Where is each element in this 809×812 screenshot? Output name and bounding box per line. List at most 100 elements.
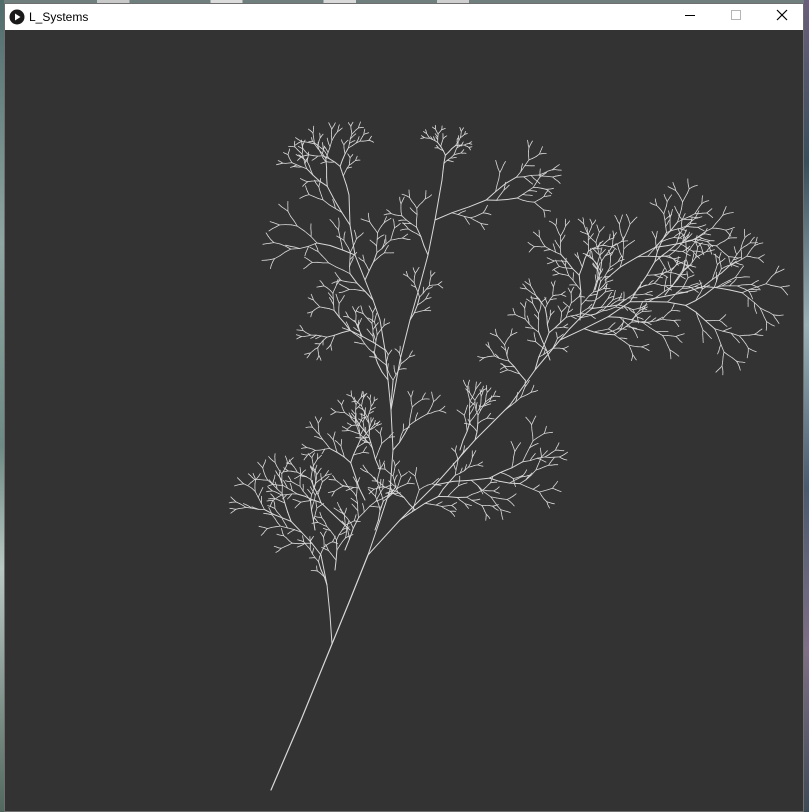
tree-branch — [344, 147, 349, 155]
tree-branch — [303, 469, 307, 472]
tree-branch — [274, 508, 278, 513]
tree-branch — [345, 489, 350, 491]
tree-branch — [314, 307, 318, 311]
tree-branch — [662, 274, 666, 277]
tree-branch — [333, 304, 335, 311]
tree-branch — [504, 341, 507, 346]
tree-branch — [291, 542, 300, 545]
tree-branch — [465, 408, 467, 413]
tree-branch — [374, 492, 377, 497]
tree-branch — [554, 239, 557, 244]
tree-branch — [507, 184, 510, 188]
tree-branch — [336, 534, 340, 541]
tree-branch — [422, 298, 427, 302]
tree-branch — [340, 127, 343, 130]
tree-branch — [360, 232, 364, 236]
tree-branch — [275, 224, 281, 228]
tree-branch — [531, 288, 535, 293]
tree-branch — [405, 270, 408, 274]
tree-branch — [387, 470, 391, 475]
tree-branch — [284, 480, 288, 482]
tree-branch — [681, 232, 684, 236]
tree-branch — [305, 426, 309, 429]
tree-branch — [599, 254, 603, 262]
tree-branch — [720, 266, 725, 270]
tree-branch — [317, 343, 321, 349]
tree-branch — [770, 284, 777, 287]
tree-branch — [750, 293, 752, 297]
tree-branch — [341, 404, 343, 408]
tree-branch — [501, 341, 506, 346]
tree-branch — [394, 465, 396, 470]
title-bar[interactable]: L_Systems — [5, 4, 803, 30]
tree-branch — [390, 213, 396, 216]
tree-branch — [290, 215, 295, 222]
tree-branch — [727, 354, 733, 359]
tree-branch — [663, 213, 666, 221]
tree-branch — [722, 330, 732, 334]
tree-branch — [470, 479, 479, 487]
tree-branch — [702, 240, 708, 243]
tree-branch — [543, 489, 549, 492]
tree-branch — [670, 281, 672, 288]
tree-branch — [479, 359, 482, 362]
drawing-canvas[interactable] — [5, 30, 803, 811]
tree-branch — [270, 719, 302, 791]
tree-branch — [561, 273, 567, 276]
tree-branch — [296, 503, 300, 507]
tree-branch — [670, 270, 672, 277]
tree-branch — [423, 392, 426, 396]
tree-branch — [369, 500, 377, 507]
tree-branch — [266, 513, 270, 515]
tree-branch — [394, 238, 399, 240]
close-button[interactable] — [759, 4, 805, 30]
tree-branch — [664, 312, 669, 317]
tree-branch — [310, 474, 312, 481]
tree-branch — [768, 276, 773, 281]
tree-branch — [432, 136, 435, 139]
tree-branch — [488, 412, 492, 416]
minimize-button[interactable] — [667, 4, 713, 30]
tree-branch — [549, 191, 553, 195]
tree-branch — [543, 498, 548, 503]
tree-branch — [532, 488, 540, 493]
tree-branch — [612, 263, 617, 266]
tree-branch — [398, 219, 402, 222]
tree-branch — [312, 132, 314, 138]
tree-branch — [512, 478, 518, 482]
tree-branch — [527, 318, 530, 322]
tree-branch — [705, 332, 710, 337]
tree-branch — [418, 398, 423, 403]
tree-branch — [258, 525, 263, 528]
tree-branch — [306, 355, 309, 359]
tree-branch — [713, 280, 717, 288]
tree-branch — [361, 439, 365, 442]
tree-branch — [336, 509, 341, 513]
tree-branch — [499, 168, 503, 173]
tree-branch — [582, 309, 586, 313]
tree-branch — [620, 292, 623, 297]
tree-branch — [554, 322, 561, 329]
tree-branch — [590, 224, 593, 229]
tree-branch — [349, 273, 358, 284]
tree-branch — [345, 289, 350, 292]
tree-branch — [719, 319, 723, 323]
tree-branch — [242, 503, 247, 506]
tree-branch — [319, 531, 322, 535]
tree-branch — [684, 273, 688, 275]
maximize-button[interactable] — [713, 4, 759, 30]
tree-branch — [358, 443, 363, 447]
tree-branch — [675, 336, 679, 339]
tree-branch — [647, 251, 652, 257]
tree-branch — [675, 353, 680, 357]
tree-branch — [329, 435, 332, 439]
tree-branch — [302, 148, 306, 152]
tree-branch — [607, 326, 611, 330]
tree-branch — [609, 291, 612, 295]
tree-branch — [528, 157, 533, 161]
tree-branch — [312, 248, 316, 251]
tree-branch — [480, 419, 485, 422]
tree-branch — [324, 530, 327, 534]
tree-branch — [688, 185, 690, 190]
tree-branch — [685, 304, 697, 313]
